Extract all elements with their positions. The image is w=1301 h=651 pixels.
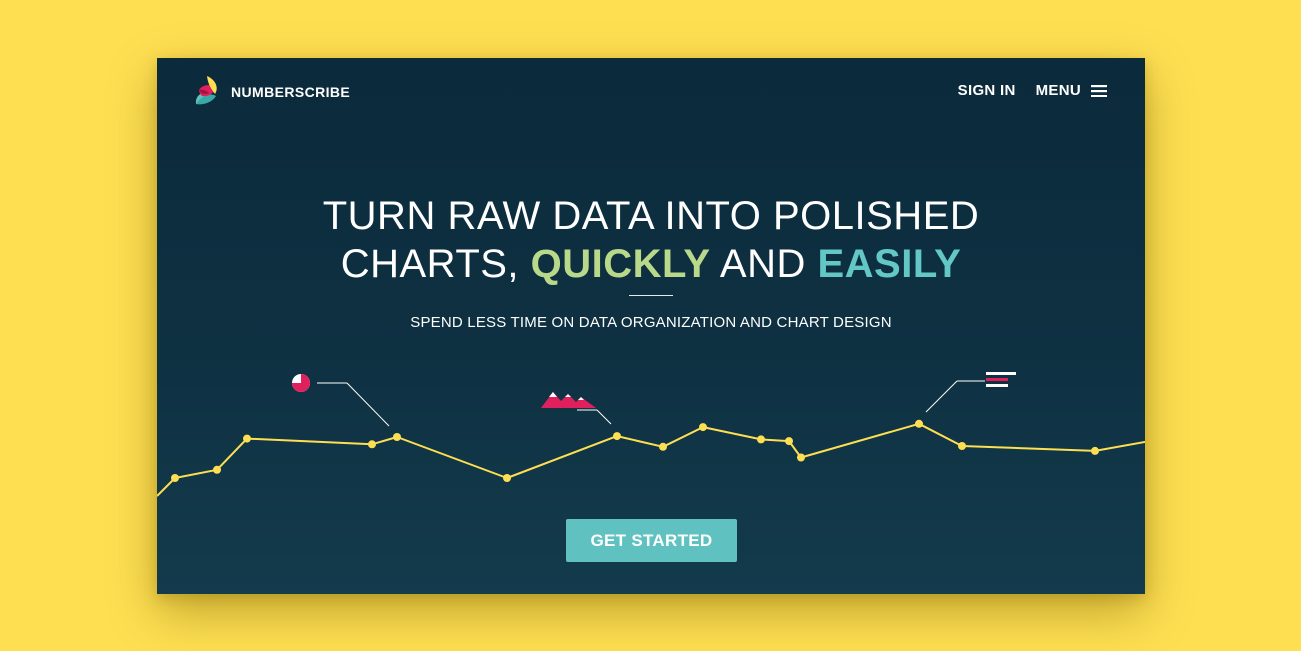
headline-line-1: TURN RAW DATA INTO POLISHED (322, 194, 980, 238)
chart-point (757, 435, 765, 444)
chart-point (785, 437, 793, 446)
callout-line (925, 380, 958, 413)
brand-logo[interactable]: NUMBERSCRIBE (193, 74, 350, 110)
chart-point (659, 442, 667, 451)
pie-chart-icon (292, 374, 310, 392)
headline-highlight-easily: EASILY (817, 242, 962, 286)
hero-section: NUMBERSCRIBE SIGN IN MENU TURN RAW DATA … (157, 58, 1145, 594)
chart-callouts (317, 380, 985, 427)
headline-divider (629, 295, 673, 296)
chart-point (171, 474, 179, 482)
chart-point (393, 433, 401, 441)
headline-highlight-quickly: QUICKLY (530, 242, 711, 286)
leaf-logo-icon (195, 76, 217, 105)
chart-series-line (157, 422, 1145, 497)
chart-points (171, 419, 1099, 482)
chart-point (958, 442, 966, 450)
chart-point (797, 453, 805, 462)
hamburger-icon (1091, 84, 1107, 97)
chart-point (915, 419, 923, 428)
bar-chart-icon (986, 372, 1016, 387)
get-started-button[interactable]: GET STARTED (566, 519, 737, 562)
menu-label: MENU (1035, 82, 1081, 99)
chart-point (368, 440, 376, 449)
brand-name: NUMBERSCRIBE (231, 84, 351, 100)
callout-line (346, 382, 390, 427)
chart-point (243, 434, 251, 443)
top-nav: SIGN IN MENU (958, 82, 1107, 99)
hero-headline: TURN RAW DATA INTO POLISHED CHARTS, QUIC… (157, 192, 1145, 288)
area-chart-icon (541, 392, 596, 408)
chart-point (613, 432, 621, 441)
sign-in-link[interactable]: SIGN IN (958, 82, 1016, 99)
chart-point (1091, 446, 1099, 455)
hero-subtitle: SPEND LESS TIME ON DATA ORGANIZATION AND… (410, 314, 892, 331)
headline-prefix: CHARTS, (340, 242, 520, 286)
headline-middle: AND (719, 242, 806, 286)
chart-point (213, 465, 221, 474)
callout-line (596, 409, 612, 425)
chart-point (699, 423, 707, 432)
menu-button[interactable]: MENU (1036, 82, 1107, 99)
chart-point (503, 474, 511, 482)
